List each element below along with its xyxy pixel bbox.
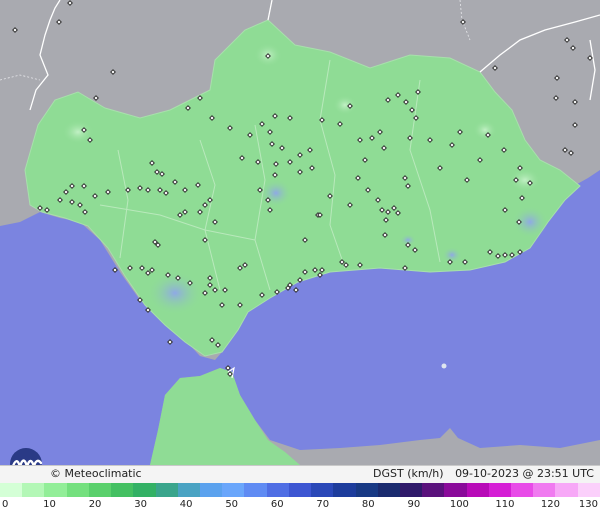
color-scale-swatch [466, 483, 489, 497]
color-scale-swatch [88, 483, 112, 497]
color-scale-swatch [288, 483, 312, 497]
color-scale-tick: 130 [578, 499, 598, 510]
color-scale-swatch [111, 483, 134, 497]
color-scale-tick: 90 [407, 499, 421, 510]
color-scale-swatch [422, 483, 445, 497]
color-scale-swatch [199, 483, 223, 497]
color-scale-swatch [244, 483, 267, 497]
color-scale-swatch [533, 483, 556, 497]
color-scale-bar [0, 483, 600, 497]
color-scale-swatch [22, 483, 45, 497]
color-scale-tick: 60 [270, 499, 284, 510]
color-scale-swatch [355, 483, 378, 497]
color-scale-tick: 0 [2, 499, 9, 510]
color-scale: 0 10 20 30 40 50 60 70 80 90 100 110 120 130 [0, 483, 600, 517]
color-scale-swatch [133, 483, 156, 497]
color-scale-tick: 20 [88, 499, 102, 510]
color-scale-tick: 30 [134, 499, 147, 510]
datetime-label: 09-10-2023 @ 23:51 UTC [455, 467, 594, 480]
color-scale-tick: 120 [540, 499, 560, 510]
color-scale-tick: 70 [316, 499, 330, 510]
product-info: DGST (km/h) 09-10-2023 @ 23:51 UTC [365, 467, 594, 480]
color-scale-ticks: 0 10 20 30 40 50 60 70 80 90 100 110 120 130 [0, 499, 600, 515]
map [0, 0, 600, 465]
color-scale-swatch [577, 483, 600, 497]
color-scale-tick: 50 [225, 499, 239, 510]
color-scale-swatch [266, 483, 289, 497]
alboran-island [441, 363, 447, 369]
color-scale-tick: 100 [449, 499, 469, 510]
color-scale-swatch [399, 483, 423, 497]
color-scale-tick: 10 [43, 499, 56, 510]
color-scale-swatch [155, 483, 178, 497]
color-scale-swatch [377, 483, 400, 497]
color-scale-swatch [511, 483, 534, 497]
color-scale-swatch [0, 483, 23, 497]
color-scale-swatch [222, 483, 245, 497]
color-scale-swatch [333, 483, 356, 497]
color-scale-tick: 80 [361, 499, 375, 510]
color-scale-swatch [44, 483, 67, 497]
color-scale-swatch [177, 483, 200, 497]
color-scale-swatch [444, 483, 467, 497]
variable-label: DGST (km/h) [373, 467, 444, 480]
color-scale-swatch [488, 483, 512, 497]
color-scale-swatch [66, 483, 89, 497]
color-scale-tick: 40 [179, 499, 193, 510]
color-scale-swatch [555, 483, 578, 497]
map-footer: © Meteoclimatic DGST (km/h) 09-10-2023 @… [0, 465, 600, 484]
color-scale-swatch [311, 483, 334, 497]
color-scale-tick: 110 [495, 499, 515, 510]
credit-text: © Meteoclimatic [50, 467, 142, 480]
map-frame: © Meteoclimatic DGST (km/h) 09-10-2023 @… [0, 0, 600, 517]
